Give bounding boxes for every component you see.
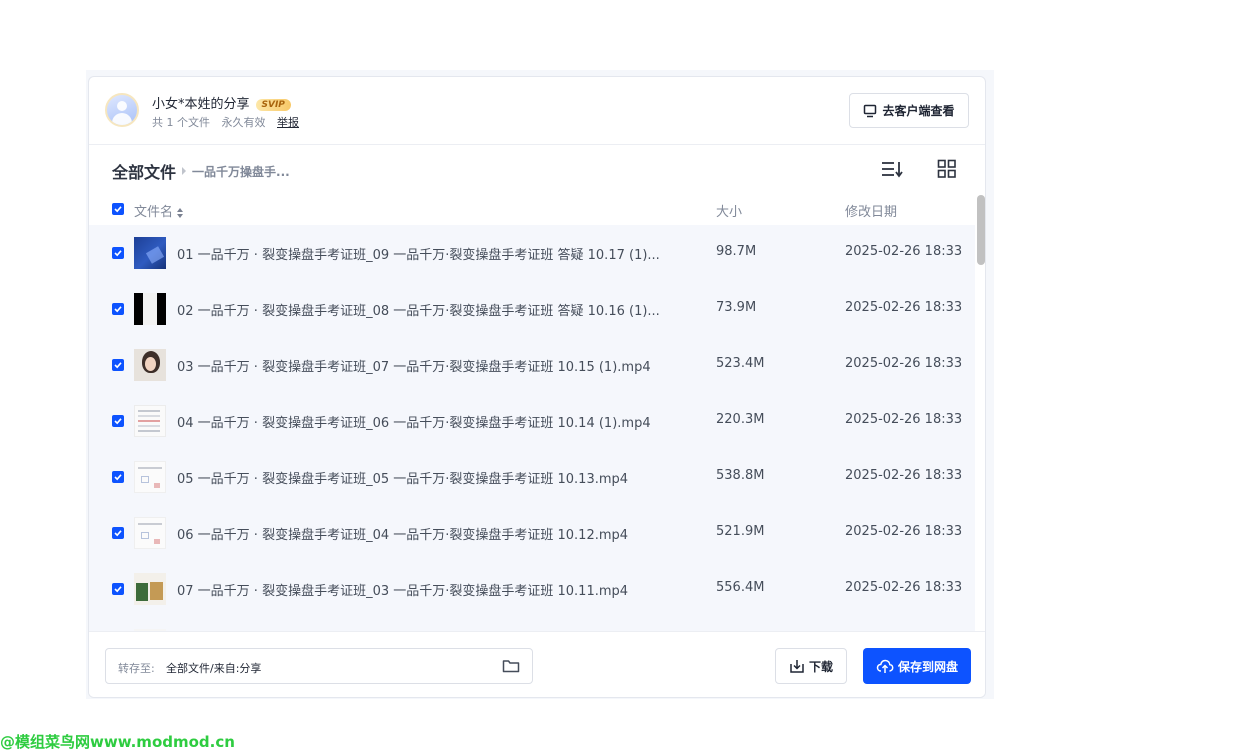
scrollbar[interactable] (977, 195, 985, 265)
share-panel: 小女*本姓的分享 SVIP 共 1 个文件 永久有效 举报 去客户端查看 全部文件… (88, 76, 986, 698)
save-path-selector[interactable]: 转存至: 全部文件/来自:分享 (105, 648, 533, 684)
row-checkbox[interactable] (112, 583, 124, 595)
avatar-body (112, 113, 132, 125)
file-size: 523.4M (716, 356, 765, 371)
share-header: 小女*本姓的分享 SVIP 共 1 个文件 永久有效 举报 去客户端查看 (89, 77, 985, 145)
sort-arrows-icon (177, 207, 184, 218)
file-date: 2025-02-26 18:33 (845, 356, 963, 371)
table-row[interactable]: 02 一品千万 · 裂变操盘手考证班_08 一品千万·裂变操盘手考证班 答疑 1… (89, 281, 975, 337)
table-row[interactable]: 05 一品千万 · 裂变操盘手考证班_05 一品千万·裂变操盘手考证班 10.1… (89, 449, 975, 505)
row-checkbox[interactable] (112, 303, 124, 315)
file-size: 98.7M (716, 244, 757, 259)
file-name[interactable]: 01 一品千万 · 裂变操盘手考证班_09 一品千万·裂变操盘手考证班 答疑 1… (177, 244, 660, 263)
table-row[interactable] (89, 617, 975, 631)
file-thumbnail (134, 405, 166, 437)
check-icon (114, 306, 122, 313)
file-size: 538.8M (716, 468, 765, 483)
share-title: 小女*本姓的分享 SVIP (152, 93, 291, 112)
table-row[interactable]: 04 一品千万 · 裂变操盘手考证班_06 一品千万·裂变操盘手考证班 10.1… (89, 393, 975, 449)
row-checkbox[interactable] (112, 359, 124, 371)
validity: 永久有效 (221, 116, 266, 129)
breadcrumb: 全部文件 一品千万操盘手... (112, 159, 290, 183)
file-date: 2025-02-26 18:33 (845, 580, 963, 595)
avatar (105, 93, 139, 127)
table-row[interactable]: 06 一品千万 · 裂变操盘手考证班_04 一品千万·裂变操盘手考证班 10.1… (89, 505, 975, 561)
save-to-disk-button[interactable]: 保存到网盘 (863, 648, 971, 684)
row-checkbox[interactable] (112, 471, 124, 483)
file-name[interactable]: 04 一品千万 · 裂变操盘手考证班_06 一品千万·裂变操盘手考证班 10.1… (177, 412, 651, 431)
file-size: 521.9M (716, 524, 765, 539)
file-name[interactable]: 07 一品千万 · 裂变操盘手考证班_03 一品千万·裂变操盘手考证班 10.1… (177, 580, 628, 599)
file-list: 01 一品千万 · 裂变操盘手考证班_09 一品千万·裂变操盘手考证班 答疑 1… (89, 225, 975, 631)
cloud-upload-icon (876, 659, 894, 673)
table-row[interactable]: 01 一品千万 · 裂变操盘手考证班_09 一品千万·裂变操盘手考证班 答疑 1… (89, 225, 975, 281)
column-name-label: 文件名 (134, 205, 174, 220)
open-client-label: 去客户端查看 (882, 104, 955, 118)
file-name[interactable]: 03 一品千万 · 裂变操盘手考证班_07 一品千万·裂变操盘手考证班 10.1… (177, 356, 651, 375)
file-thumbnail (134, 349, 166, 381)
breadcrumb-separator-icon (182, 167, 187, 175)
table-row[interactable]: 07 一品千万 · 裂变操盘手考证班_03 一品千万·裂变操盘手考证班 10.1… (89, 561, 975, 617)
check-icon (114, 530, 122, 537)
check-icon (114, 362, 122, 369)
svip-badge: SVIP (255, 99, 291, 111)
file-size: 556.4M (716, 580, 765, 595)
file-name[interactable]: 02 一品千万 · 裂变操盘手考证班_08 一品千万·裂变操盘手考证班 答疑 1… (177, 300, 660, 319)
row-checkbox[interactable] (112, 247, 124, 259)
download-button[interactable]: 下载 (775, 648, 847, 684)
check-icon (114, 250, 122, 257)
download-label: 下载 (808, 659, 833, 674)
check-icon (114, 474, 122, 481)
column-date: 修改日期 (845, 205, 898, 220)
save-label: 保存到网盘 (897, 659, 958, 674)
action-footer: 转存至: 全部文件/来自:分享 下载 保存到网盘 (89, 631, 985, 697)
file-thumbnail (134, 573, 166, 605)
column-size: 大小 (716, 205, 743, 220)
breadcrumb-root[interactable]: 全部文件 (112, 159, 176, 183)
file-thumbnail (134, 293, 166, 325)
row-checkbox[interactable] (112, 415, 124, 427)
file-count: 共 1 个文件 (152, 116, 210, 129)
file-date: 2025-02-26 18:33 (845, 412, 963, 427)
file-date: 2025-02-26 18:33 (845, 524, 963, 539)
column-name[interactable]: 文件名 (134, 201, 184, 220)
select-all-checkbox[interactable] (112, 203, 124, 215)
file-thumbnail (134, 517, 166, 549)
check-icon (114, 586, 122, 593)
folder-icon (502, 660, 520, 673)
share-meta: 共 1 个文件 永久有效 举报 (152, 114, 307, 130)
download-icon (790, 660, 804, 673)
file-name[interactable]: 05 一品千万 · 裂变操盘手考证班_05 一品千万·裂变操盘手考证班 10.1… (177, 468, 628, 487)
open-client-button[interactable]: 去客户端查看 (849, 93, 969, 128)
file-date: 2025-02-26 18:33 (845, 468, 963, 483)
file-thumbnail (134, 237, 166, 269)
row-checkbox[interactable] (112, 527, 124, 539)
report-link[interactable]: 举报 (277, 116, 299, 129)
sort-list-icon[interactable] (881, 159, 903, 179)
file-name[interactable]: 06 一品千万 · 裂变操盘手考证班_04 一品千万·裂变操盘手考证班 10.1… (177, 524, 628, 543)
file-size: 73.9M (716, 300, 757, 315)
file-size: 220.3M (716, 412, 765, 427)
breadcrumb-current: 一品千万操盘手... (192, 164, 290, 179)
grid-view-icon[interactable] (937, 159, 957, 179)
save-to-path: 全部文件/来自:分享 (166, 662, 262, 675)
table-row[interactable]: 03 一品千万 · 裂变操盘手考证班_07 一品千万·裂变操盘手考证班 10.1… (89, 337, 975, 393)
save-to-label: 转存至: (118, 662, 155, 675)
file-thumbnail (134, 461, 166, 493)
check-icon (114, 206, 122, 213)
file-date: 2025-02-26 18:33 (845, 244, 963, 259)
avatar-head (117, 101, 127, 111)
check-icon (114, 418, 122, 425)
sharer-name: 小女*本姓的分享 (152, 97, 250, 112)
monitor-icon (864, 104, 877, 117)
file-date: 2025-02-26 18:33 (845, 300, 963, 315)
